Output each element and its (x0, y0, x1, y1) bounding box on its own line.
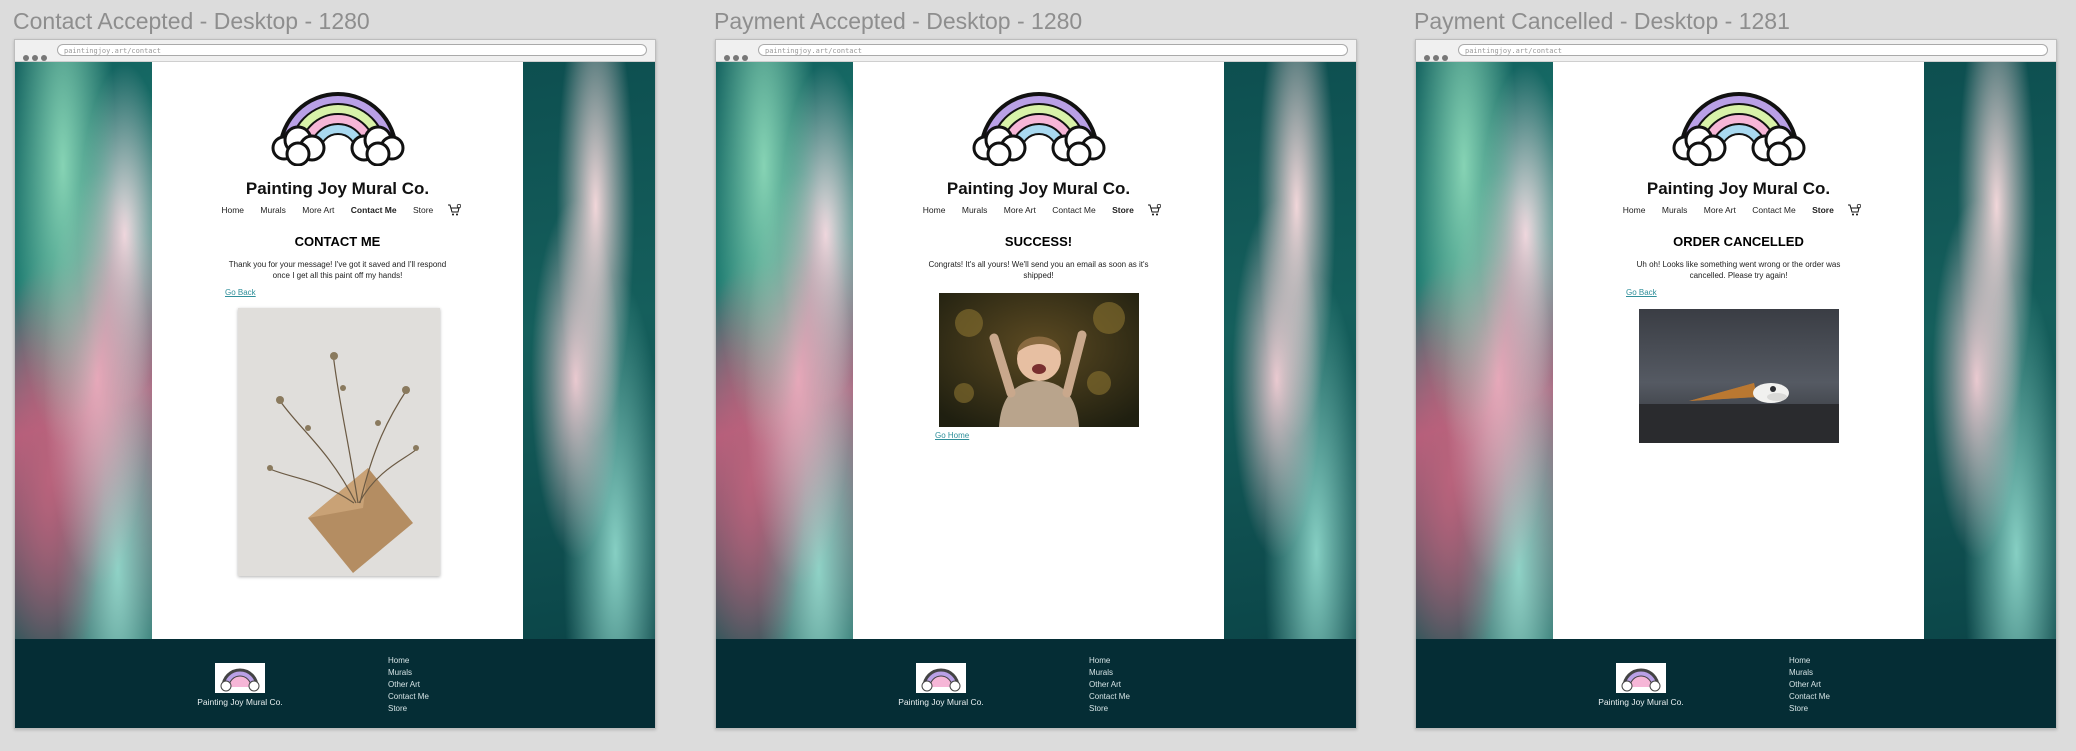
footer-link-home[interactable]: Home (1789, 655, 1830, 667)
background-painting-right (1224, 62, 1356, 639)
browser-chrome: paintingjoy.art/contact (1416, 40, 2056, 62)
nav-contact-me[interactable]: Contact Me (351, 205, 397, 215)
footer-rainbow-logo[interactable] (215, 663, 265, 693)
confirmation-message: Uh oh! Looks like something went wrong o… (1636, 260, 1841, 280)
nav-more-art[interactable]: More Art (1704, 205, 1736, 215)
footer-link-contact-me[interactable]: Contact Me (388, 691, 429, 703)
rainbow-logo[interactable] (969, 82, 1109, 167)
frame-title-payment-cancelled: Payment Cancelled - Desktop - 1281 (1414, 8, 1790, 34)
photo-dried-flowers (237, 308, 440, 576)
cart-icon[interactable] (1147, 203, 1162, 216)
footer-link-murals[interactable]: Murals (1789, 667, 1830, 679)
main-nav: Home Murals More Art Contact Me Store (853, 203, 1224, 216)
nav-home[interactable]: Home (923, 205, 946, 215)
nav-more-art[interactable]: More Art (302, 205, 334, 215)
footer-link-other-art[interactable]: Other Art (1089, 679, 1130, 691)
nav-store[interactable]: Store (1812, 205, 1834, 215)
nav-murals[interactable]: Murals (962, 205, 988, 215)
nav-home[interactable]: Home (221, 205, 244, 215)
nav-contact-me[interactable]: Contact Me (1752, 205, 1795, 215)
footer-link-store[interactable]: Store (1789, 703, 1830, 715)
cart-icon[interactable] (447, 203, 461, 216)
footer-rainbow-logo[interactable] (1616, 663, 1666, 693)
site-footer: Painting Joy Mural Co. Home Murals Other… (1416, 639, 2056, 728)
page-heading: SUCCESS! (1004, 234, 1073, 249)
site-title: Painting Joy Mural Co. (1646, 179, 1831, 198)
site-footer: Painting Joy Mural Co. Home Murals Other… (15, 639, 655, 728)
artboard-payment-cancelled: paintingjoy.art/contact Painting Joy Mur… (1415, 39, 2057, 729)
page-viewport: Painting Joy Mural Co. Home Murals More … (1416, 62, 2056, 728)
footer-link-murals[interactable]: Murals (1089, 667, 1130, 679)
footer-link-store[interactable]: Store (1089, 703, 1130, 715)
footer-nav: Home Murals Other Art Contact Me Store (1789, 655, 1830, 715)
nav-store[interactable]: Store (413, 205, 433, 215)
footer-link-contact-me[interactable]: Contact Me (1789, 691, 1830, 703)
confirmation-message: Congrats! It's all yours! We'll send you… (928, 260, 1149, 280)
window-controls[interactable] (23, 48, 53, 61)
go-back-link[interactable]: Go Back (1626, 288, 1657, 297)
footer-link-home[interactable]: Home (388, 655, 429, 667)
photo-dropped-ice-cream (1638, 309, 1839, 443)
site-footer: Painting Joy Mural Co. Home Murals Other… (716, 639, 1356, 728)
go-back-link[interactable]: Go Back (225, 288, 256, 297)
page-viewport: Painting Joy Mural Co. Home Murals More … (716, 62, 1356, 728)
footer-site-name: Painting Joy Mural Co. (197, 697, 283, 707)
page-heading: CONTACT ME (294, 234, 381, 249)
footer-nav: Home Murals Other Art Contact Me Store (1089, 655, 1130, 715)
page-heading: ORDER CANCELLED (1673, 234, 1804, 249)
main-nav: Home Murals More Art Contact Me Store (1553, 203, 1924, 216)
background-painting-left (716, 62, 853, 639)
background-painting-left (15, 62, 152, 639)
background-painting-right (1924, 62, 2056, 639)
main-content: Painting Joy Mural Co. Home Murals More … (152, 62, 523, 639)
nav-store[interactable]: Store (1112, 205, 1134, 215)
page-viewport: Painting Joy Mural Co. Home Murals More … (15, 62, 655, 728)
browser-chrome: paintingjoy.art/contact (716, 40, 1356, 62)
rainbow-logo[interactable] (268, 82, 408, 167)
footer-rainbow-logo[interactable] (916, 663, 966, 693)
main-content: Painting Joy Mural Co. Home Murals More … (1553, 62, 1924, 639)
footer-link-store[interactable]: Store (388, 703, 429, 715)
nav-contact-me[interactable]: Contact Me (1052, 205, 1095, 215)
frame-title-contact-accepted: Contact Accepted - Desktop - 1280 (13, 8, 370, 34)
background-painting-right (523, 62, 655, 639)
window-controls[interactable] (1424, 48, 1454, 61)
main-nav: Home Murals More Art Contact Me Store (152, 203, 523, 216)
main-content: Painting Joy Mural Co. Home Murals More … (853, 62, 1224, 639)
artboard-payment-accepted: paintingjoy.art/contact Painting Joy Mur… (715, 39, 1357, 729)
address-bar[interactable]: paintingjoy.art/contact (57, 44, 647, 56)
window-controls[interactable] (724, 48, 754, 61)
artboard-contact-accepted: paintingjoy.art/contact Painting Joy Mur… (14, 39, 656, 729)
nav-murals[interactable]: Murals (260, 205, 286, 215)
background-painting-left (1416, 62, 1553, 639)
footer-link-other-art[interactable]: Other Art (388, 679, 429, 691)
rainbow-logo[interactable] (1669, 82, 1809, 167)
footer-link-murals[interactable]: Murals (388, 667, 429, 679)
nav-more-art[interactable]: More Art (1004, 205, 1036, 215)
confirmation-message: Thank you for your message! I've got it … (228, 260, 447, 280)
nav-home[interactable]: Home (1623, 205, 1646, 215)
footer-site-name: Painting Joy Mural Co. (898, 697, 984, 707)
site-title: Painting Joy Mural Co. (946, 179, 1131, 198)
footer-link-contact-me[interactable]: Contact Me (1089, 691, 1130, 703)
footer-link-other-art[interactable]: Other Art (1789, 679, 1830, 691)
photo-excited-child (938, 293, 1139, 427)
frame-title-payment-accepted: Payment Accepted - Desktop - 1280 (714, 8, 1083, 34)
footer-site-name: Painting Joy Mural Co. (1598, 697, 1684, 707)
address-bar[interactable]: paintingjoy.art/contact (1458, 44, 2048, 56)
browser-chrome: paintingjoy.art/contact (15, 40, 655, 62)
footer-link-home[interactable]: Home (1089, 655, 1130, 667)
address-bar[interactable]: paintingjoy.art/contact (758, 44, 1348, 56)
go-home-link[interactable]: Go Home (935, 431, 969, 440)
nav-murals[interactable]: Murals (1662, 205, 1688, 215)
footer-nav: Home Murals Other Art Contact Me Store (388, 655, 429, 715)
site-title: Painting Joy Mural Co. (245, 179, 430, 198)
cart-icon[interactable] (1847, 203, 1862, 216)
